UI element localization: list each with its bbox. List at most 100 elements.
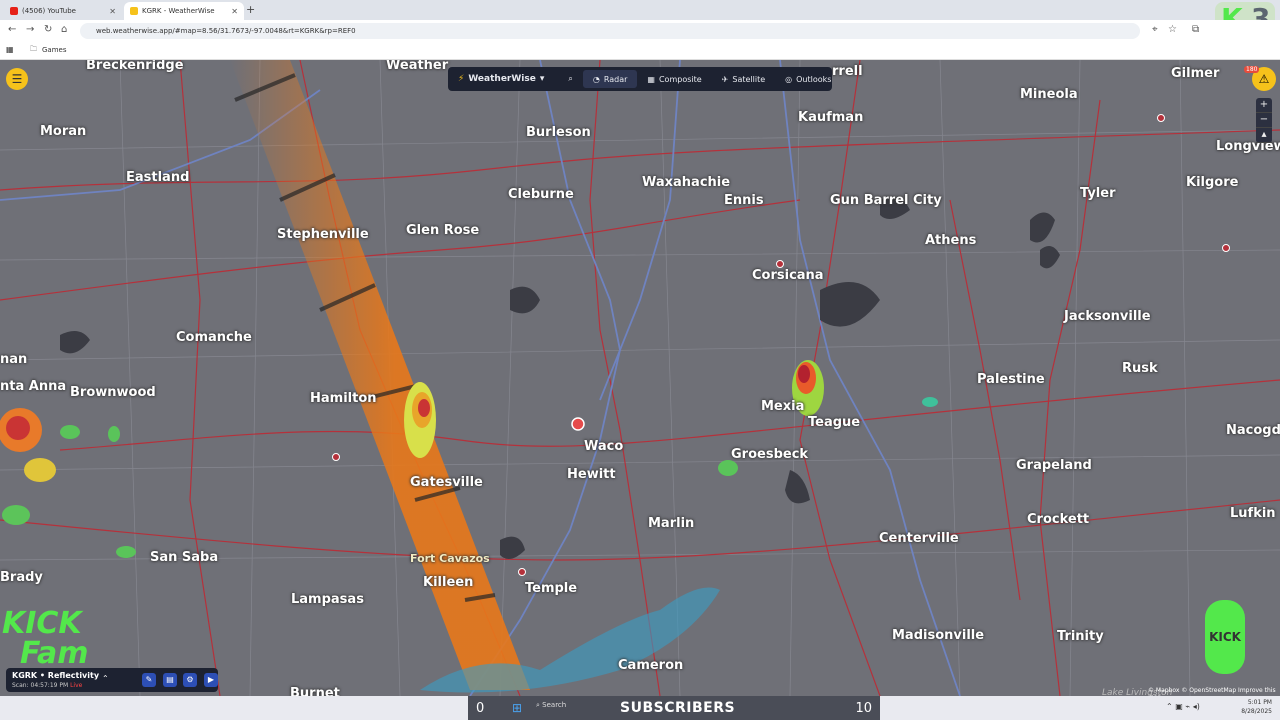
close-icon[interactable]: ✕: [109, 7, 116, 16]
taskbar-search[interactable]: ⌕ Search: [536, 701, 566, 710]
city-label: Lampasas: [291, 592, 364, 607]
system-clock[interactable]: 5:01 PM 8/28/2025: [1241, 698, 1272, 716]
kick-side-logo: KICK: [1205, 600, 1245, 674]
alert-count-badge: 180: [1244, 66, 1260, 73]
city-label: Marlin: [648, 516, 695, 531]
tab-title: KGRK - WeatherWise: [142, 7, 215, 15]
city-label: Hamilton: [310, 391, 377, 406]
city-label: Temple: [525, 581, 578, 596]
city-label: Crockett: [1027, 512, 1090, 527]
city-label: Burnet: [290, 686, 340, 696]
city-label: Brownwood: [70, 385, 156, 400]
city-label: Ennis: [724, 193, 764, 208]
city-label: Hewitt: [567, 467, 616, 482]
location-icon[interactable]: ⌖: [1152, 24, 1158, 35]
nav-radar[interactable]: ◔ Radar: [582, 70, 638, 88]
zoom-out-button[interactable]: −: [1256, 113, 1272, 128]
zoom-in-button[interactable]: +: [1256, 98, 1272, 113]
brand-menu[interactable]: ⚡ WeatherWise ▾: [448, 74, 558, 84]
city-label: Kilgore: [1186, 175, 1239, 190]
address-bar: ← → ↻ ⌂ web.weatherwise.app/#map=8.56/31…: [0, 20, 1280, 42]
city-label: Teague: [808, 415, 861, 430]
clock-time: 5:01 PM: [1247, 699, 1272, 706]
kick-side-label: KICK: [1209, 630, 1241, 644]
youtube-icon: [10, 7, 18, 15]
draw-tool-button[interactable]: ✎: [142, 673, 156, 687]
nav-composite-label: Composite: [658, 74, 702, 84]
city-label: Breckenridge: [86, 60, 184, 73]
nav-composite[interactable]: ▦ Composite: [637, 67, 711, 91]
layers-button[interactable]: ▤: [163, 673, 177, 687]
new-tab-button[interactable]: +: [246, 3, 255, 16]
city-label: Nacogdo: [1226, 423, 1280, 438]
play-button[interactable]: ▶: [204, 673, 218, 687]
city-label: Stephenville: [277, 227, 369, 242]
extensions-icon[interactable]: ⧉: [1192, 24, 1199, 35]
city-label: Lufkin: [1230, 506, 1276, 521]
bookmarks-bar: ▦ 🗀 Games: [0, 42, 1280, 60]
menu-button[interactable]: ☰: [6, 68, 28, 90]
city-label: Weather: [386, 60, 449, 73]
map-base-svg: [0, 60, 1280, 696]
home-icon[interactable]: ⌂: [61, 24, 67, 35]
city-label: Eastland: [126, 170, 190, 185]
tab-youtube[interactable]: (4506) YouTube ✕: [4, 2, 122, 20]
settings-button[interactable]: ⚙: [183, 673, 197, 687]
city-label: Brady: [0, 570, 43, 585]
nav-outlooks[interactable]: ◎ Outlooks: [775, 67, 841, 91]
radar-site-marker: [571, 417, 585, 431]
system-tray-icons[interactable]: ⌃ ▣ ⌁ ◂): [1166, 702, 1200, 711]
city-label: San Saba: [150, 550, 219, 565]
city-label: Groesbeck: [731, 447, 809, 462]
subscriber-overlay: 0 ⊞ ⌕ Search SUBSCRIBERS 10: [468, 696, 880, 720]
radar-product-panel[interactable]: KGRK • Reflectivity Scan: 04:57:19 PM Li…: [6, 668, 218, 692]
close-icon[interactable]: ✕: [231, 7, 238, 16]
city-label: Glen Rose: [406, 223, 480, 238]
taskbar-search-label: Search: [542, 701, 567, 709]
brand-label: WeatherWise: [468, 74, 536, 84]
nav-satellite[interactable]: ✈ Satellite: [712, 67, 775, 91]
apps-icon[interactable]: ▦: [6, 45, 14, 54]
city-label: Palestine: [977, 372, 1045, 387]
top-nav: ⚡ WeatherWise ▾ ⌕ ◔ Radar ▦ Composite ✈ …: [448, 67, 832, 91]
city-label: Waxahachie: [642, 175, 731, 190]
city-label: Athens: [925, 233, 977, 248]
product-title: KGRK • Reflectivity: [12, 671, 100, 680]
url-input[interactable]: web.weatherwise.app/#map=8.56/31.7673/-9…: [80, 23, 1140, 39]
folder-icon: 🗀: [30, 45, 37, 53]
search-icon: ⌕: [568, 74, 573, 83]
product-scan-line: Scan: 04:57:19 PM Live: [12, 682, 82, 689]
weatherwise-icon: [130, 7, 138, 15]
tab-title: (4506) YouTube: [22, 7, 76, 15]
tab-weatherwise[interactable]: KGRK - WeatherWise ✕: [124, 2, 244, 20]
forward-icon[interactable]: →: [26, 24, 34, 35]
satellite-icon: ✈: [721, 74, 729, 84]
radar-icon: ◔: [592, 74, 600, 84]
windows-start-icon[interactable]: ⊞: [512, 701, 522, 715]
city-label: Tyler: [1080, 186, 1116, 201]
compass-button[interactable]: ▴: [1256, 128, 1272, 143]
zoom-controls: + − ▴: [1256, 98, 1272, 143]
city-label: Kaufman: [798, 110, 864, 125]
city-label: Grapeland: [1016, 458, 1092, 473]
star-icon[interactable]: ☆: [1168, 24, 1177, 35]
chevron-up-icon[interactable]: ⌃: [102, 674, 109, 683]
city-label: Burleson: [526, 125, 591, 140]
sub-count-right: 10: [855, 700, 872, 716]
city-label: Killeen: [423, 575, 474, 590]
subscribers-label: SUBSCRIBERS: [620, 700, 736, 716]
reload-icon[interactable]: ↻: [44, 24, 52, 35]
back-icon[interactable]: ←: [8, 24, 16, 35]
live-indicator: Live: [70, 682, 83, 689]
radar-map[interactable]: Breckenridge Moran Eastland Stephenville Gle…: [0, 60, 1280, 696]
kick-fam-bottom: Fam: [20, 636, 89, 671]
chevron-down-icon: ▾: [539, 74, 545, 84]
clock-date: 8/28/2025: [1241, 708, 1272, 715]
city-label: Madisonville: [892, 628, 985, 643]
bookmark-games[interactable]: Games: [42, 46, 67, 54]
city-label: Waco: [584, 439, 624, 454]
search-button[interactable]: ⌕: [558, 67, 582, 91]
city-label: Corsicana: [752, 268, 824, 283]
outlook-icon: ◎: [785, 74, 793, 84]
nav-radar-label: Radar: [603, 74, 628, 84]
